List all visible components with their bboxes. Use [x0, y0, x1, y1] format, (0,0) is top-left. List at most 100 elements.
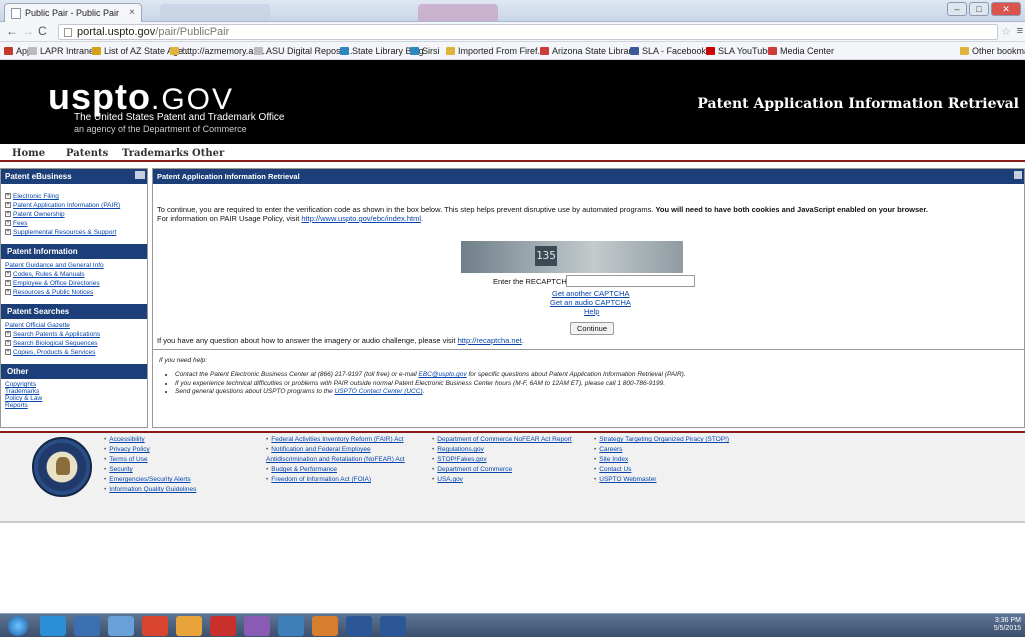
forward-icon[interactable]: → — [22, 24, 34, 38]
sidebar-item-copyrights[interactable]: Copyrights — [5, 381, 143, 388]
bookmark-sla-youtube[interactable]: SLA YouTube — [706, 46, 772, 56]
paint-taskbar-icon[interactable] — [244, 616, 270, 636]
sidebar-item-reports[interactable]: Reports — [5, 402, 143, 409]
ebc-email-link[interactable]: EBC@uspto.gov — [419, 371, 467, 378]
footer-link-terms-of-use[interactable]: Terms of Use — [109, 456, 147, 463]
sidebar-item-employee-office-directories[interactable]: + Employee & Office Directories — [5, 279, 143, 288]
expand-icon[interactable]: + — [5, 202, 11, 209]
bookmark-arizona-state-librar[interactable]: Arizona State Librar... — [540, 46, 639, 56]
footer-link-uspto-webmaster[interactable]: USPTO Webmaster — [599, 476, 656, 483]
expand-icon[interactable]: + — [5, 193, 11, 200]
contact-center-link[interactable]: USPTO Contact Center (UCC) — [335, 388, 423, 395]
firefox-taskbar-icon[interactable] — [312, 616, 338, 636]
close-tab-icon[interactable]: × — [129, 7, 135, 18]
footer-link-department-of-commerce-nofear-[interactable]: Department of Commerce NoFEAR Act Report — [437, 436, 571, 443]
menu-icon[interactable]: ≡ — [1017, 25, 1023, 37]
footer-link-freedom-of-information-act-foi[interactable]: Freedom of Information Act (FOIA) — [271, 476, 371, 483]
sidebar-item-label[interactable]: Employee & Office Directories — [13, 280, 100, 287]
sidebar-item-resources-public-notices[interactable]: + Resources & Public Notices — [5, 288, 143, 297]
sidebar-item-label[interactable]: Patent Guidance and General Info — [5, 262, 104, 269]
sidebar-item-supplemental-resources-support[interactable]: + Supplemental Resources & Support — [5, 228, 143, 237]
footer-link-budget-performance[interactable]: Budget & Performance — [271, 466, 337, 473]
footer-link-accessibility[interactable]: Accessibility — [109, 436, 144, 443]
sidebar-item-label[interactable]: Copyrights — [5, 381, 36, 388]
recaptcha-link[interactable]: http://recaptcha.net — [458, 336, 522, 345]
minimize-icon[interactable]: – — [947, 2, 967, 16]
bookmark-media-center[interactable]: Media Center — [768, 46, 834, 56]
expand-icon[interactable]: + — [5, 280, 11, 287]
sidebar-item-search-patents-applications[interactable]: + Search Patents & Applications — [5, 330, 143, 339]
bookmark-lapr-intranet[interactable]: LAPR Intranet — [28, 46, 97, 56]
continue-button[interactable]: Continue — [570, 322, 614, 335]
footer-link-contact-us[interactable]: Contact Us — [599, 466, 631, 473]
footer-link-stop-fakes-gov[interactable]: STOP!Fakes.gov — [437, 456, 486, 463]
sidebar-item-label[interactable]: Patent Ownership — [13, 211, 65, 218]
sidebar-item-label[interactable]: Supplemental Resources & Support — [13, 229, 116, 236]
nav-other[interactable]: Other — [192, 148, 224, 159]
captcha-input[interactable] — [566, 275, 695, 287]
sidebar-item-patent-guidance-and-general-info[interactable]: Patent Guidance and General Info — [5, 261, 143, 270]
expand-icon[interactable]: + — [5, 229, 11, 236]
sidebar-item-fees[interactable]: + Fees — [5, 219, 143, 228]
footer-link-federal-activities-inventory-r[interactable]: Federal Activities Inventory Reform (FAI… — [271, 436, 403, 443]
footer-link-department-of-commerce[interactable]: Department of Commerce — [437, 466, 512, 473]
sidebar-item-label[interactable]: Codes, Rules & Manuals — [13, 271, 85, 278]
nav-patents[interactable]: Patents — [66, 148, 108, 159]
sidebar-item-label[interactable]: Electronic Filing — [13, 193, 59, 200]
expand-icon[interactable]: + — [5, 331, 11, 338]
sidebar-item-label[interactable]: Patent Application Information (PAIR) — [13, 202, 120, 209]
sidebar-item-label[interactable]: Resources & Public Notices — [13, 289, 93, 296]
footer-link-careers[interactable]: Careers — [599, 446, 622, 453]
blurred-tab[interactable] — [418, 4, 498, 21]
blurred-tab[interactable] — [160, 4, 270, 21]
outlook-taskbar-icon[interactable] — [176, 616, 202, 636]
sidebar-item-label[interactable]: Copies, Products & Services — [13, 349, 95, 356]
help-link[interactable]: Help — [584, 307, 599, 316]
start-orb-taskbar-icon[interactable] — [8, 616, 28, 636]
expand-icon[interactable]: + — [5, 340, 11, 347]
audio-captcha-link[interactable]: Get an audio CAPTCHA — [550, 298, 631, 307]
bookmark-http-azmemory-azl[interactable]: http://azmemory.azl... — [170, 46, 267, 56]
back-icon[interactable]: ← — [6, 24, 18, 38]
reload-icon[interactable]: C — [38, 24, 47, 38]
sidebar-item-copies-products-services[interactable]: + Copies, Products & Services — [5, 348, 143, 357]
sidebar-item-label[interactable]: Trademarks — [5, 388, 39, 395]
footer-link-privacy-policy[interactable]: Privacy Policy — [109, 446, 149, 453]
sidebar-item-label[interactable]: Reports — [5, 402, 28, 409]
bookmark-sirsi[interactable]: Sirsi — [410, 46, 440, 56]
sidebar-item-codes-rules-manuals[interactable]: + Codes, Rules & Manuals — [5, 270, 143, 279]
sidebar-item-label[interactable]: Patent Official Gazette — [5, 322, 70, 329]
sidebar-item-electronic-filing[interactable]: + Electronic Filing — [5, 192, 143, 201]
footer-link-regulations-gov[interactable]: Regulations.gov — [437, 446, 484, 453]
sidebar-item-patent-ownership[interactable]: + Patent Ownership — [5, 210, 143, 219]
expand-icon[interactable]: + — [5, 289, 11, 296]
word2-taskbar-icon[interactable] — [380, 616, 406, 636]
footer-link-site-index[interactable]: Site Index — [599, 456, 628, 463]
footer-link-emergencies-security-alerts[interactable]: Emergencies/Security Alerts — [109, 476, 190, 483]
word-taskbar-icon[interactable] — [346, 616, 372, 636]
sidebar-item-label[interactable]: Search Biological Sequences — [13, 340, 98, 347]
another-captcha-link[interactable]: Get another CAPTCHA — [552, 289, 630, 298]
media-taskbar-icon[interactable] — [108, 616, 134, 636]
sidebar-item-patent-official-gazette[interactable]: Patent Official Gazette — [5, 321, 143, 330]
footer-link-security[interactable]: Security — [109, 466, 132, 473]
chrome-taskbar-icon[interactable] — [142, 616, 168, 636]
footer-link-notification-and-federal-emplo[interactable]: Notification and Federal Employee Antidi… — [266, 446, 405, 463]
publisher-taskbar-icon[interactable] — [278, 616, 304, 636]
sidebar-item-label[interactable]: Policy & Law — [5, 395, 42, 402]
browser-tab[interactable]: Public Pair - Public Pair × — [4, 3, 142, 22]
explorer-taskbar-icon[interactable] — [74, 616, 100, 636]
collapse-icon[interactable] — [135, 171, 145, 179]
footer-link-usa-gov[interactable]: USA.gov — [437, 476, 463, 483]
acrobat-taskbar-icon[interactable] — [210, 616, 236, 636]
nav-home[interactable]: Home — [12, 148, 45, 159]
expand-icon[interactable]: + — [5, 220, 11, 227]
bookmark-imported-from-firef[interactable]: Imported From Firef... — [446, 46, 545, 56]
expand-icon[interactable]: + — [5, 271, 11, 278]
footer-link-strategy-targeting-organized-p[interactable]: Strategy Targeting Organized Piracy (STO… — [599, 436, 729, 443]
expand-icon[interactable]: + — [5, 211, 11, 218]
ie-taskbar-icon[interactable] — [40, 616, 66, 636]
maximize-icon[interactable]: □ — [969, 2, 989, 16]
sidebar-item-search-biological-sequences[interactable]: + Search Biological Sequences — [5, 339, 143, 348]
bookmark-sla-facebook[interactable]: SLA - Facebook — [630, 46, 706, 56]
